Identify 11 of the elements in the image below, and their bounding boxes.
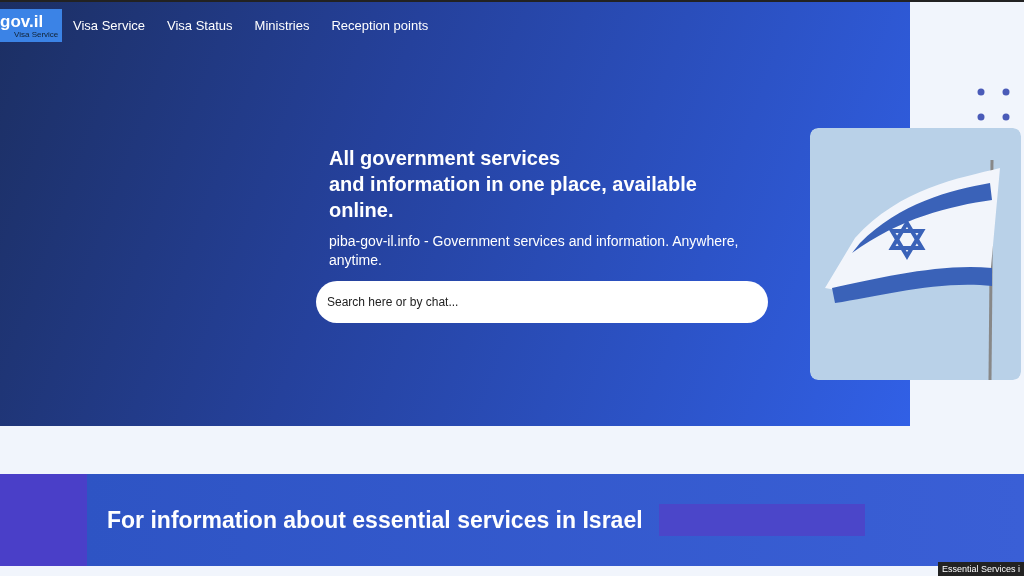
nav-link[interactable]: Visa Status — [167, 18, 233, 33]
logo[interactable]: gov.il Visa Service — [0, 9, 62, 42]
hero-heading: All government services and information in one place, available online. — [329, 146, 698, 223]
banner-text: For information about essential services in Israel — [107, 506, 643, 534]
nav-link[interactable]: Ministries — [254, 18, 310, 33]
tooltip: Essential Services i — [937, 562, 1024, 576]
search-field[interactable]: Search here or by chat... — [316, 281, 768, 323]
info-banner[interactable]: For information about essential services in Israel — [0, 474, 1024, 566]
nav-link[interactable]: Visa Service — [73, 18, 145, 33]
nav-link[interactable]: Reception points — [331, 18, 429, 33]
hero-description: piba-gov-il.info - Government services and information. Anywhere, anytime. — [329, 232, 740, 270]
